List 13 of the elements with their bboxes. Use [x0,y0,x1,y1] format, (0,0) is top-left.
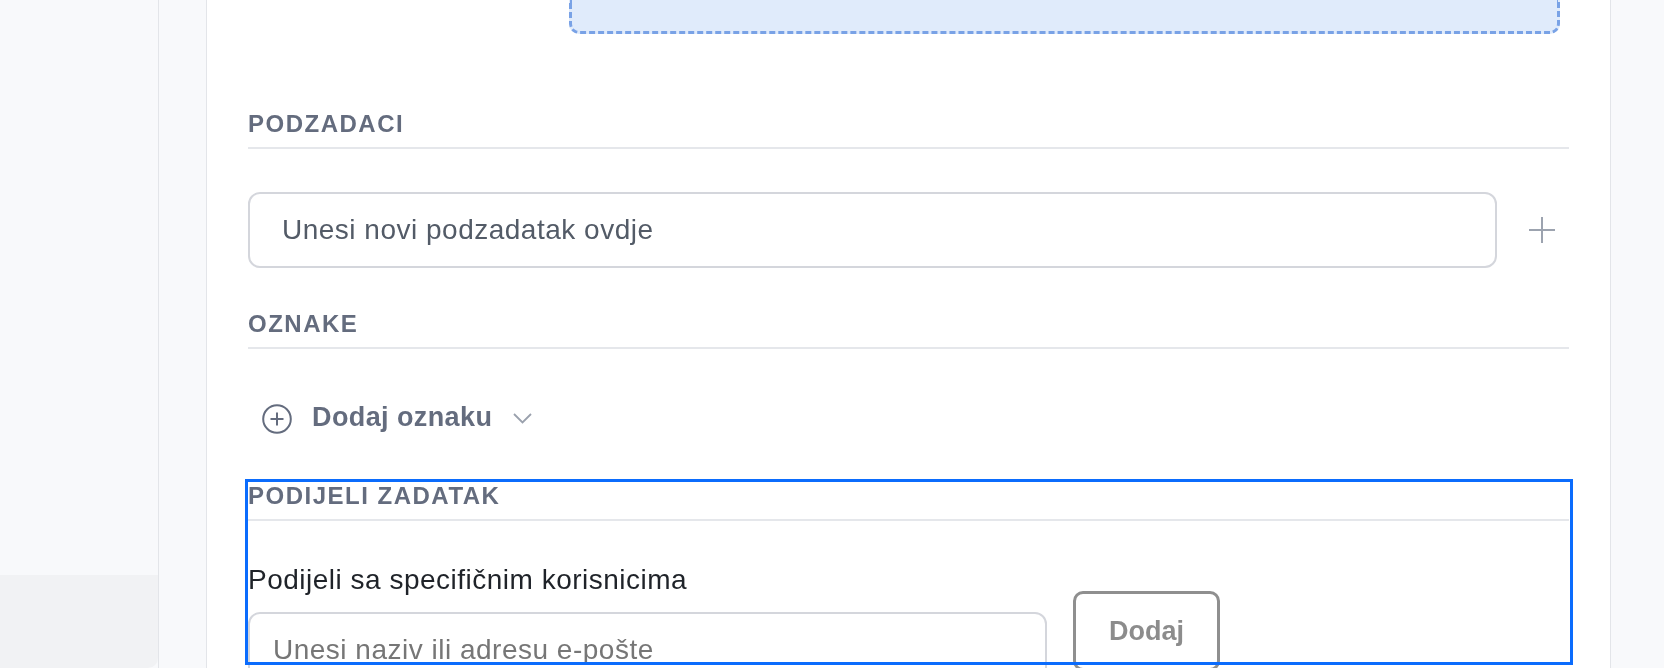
plus-icon [1528,216,1556,244]
section-heading: PODIJELI ZADATAK [248,481,501,510]
section-heading: PODZADACI [248,109,405,138]
add-tag-button[interactable]: Dodaj oznaku [248,400,533,434]
add-subtask-button[interactable] [1528,216,1556,244]
chevron-down-icon [513,412,533,424]
share-label: Podijeli sa specifičnim korisnicima [248,563,688,597]
add-user-button[interactable]: Dodaj [1073,591,1220,668]
dropzone-area[interactable] [569,0,1560,34]
plus-circle-icon [262,404,292,434]
section-heading: OZNAKE [248,309,359,338]
subtask-input[interactable]: Unesi novi podzadatak ovdje [248,192,1497,268]
email-input[interactable]: Unesi naziv ili adresu e-pošte [248,612,1047,668]
